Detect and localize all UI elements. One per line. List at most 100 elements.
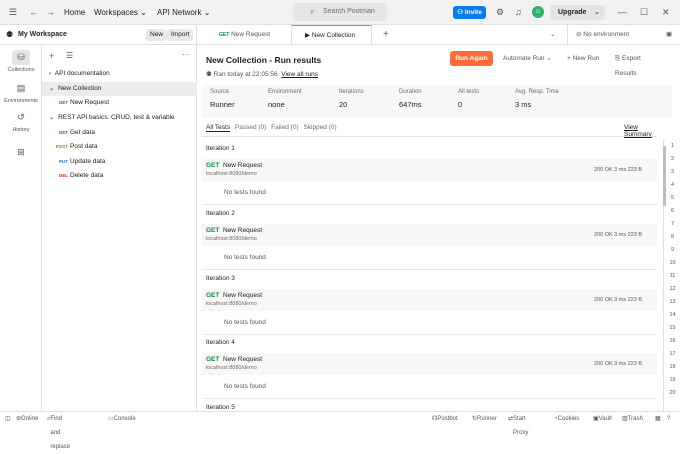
- new-button[interactable]: New: [146, 29, 168, 41]
- history-icon: ↺: [17, 112, 25, 122]
- export-results-button[interactable]: ⎘ Export Results: [615, 51, 663, 81]
- console[interactable]: ▭ Console: [108, 412, 136, 426]
- new-run-button[interactable]: + New Run: [567, 51, 599, 66]
- minimize-icon[interactable]: —: [618, 0, 627, 25]
- menu-icon[interactable]: ☰: [9, 0, 17, 25]
- iteration-header: Iteration 2: [206, 210, 235, 217]
- back-icon[interactable]: ←: [29, 0, 38, 25]
- collections-icon: ⛁: [12, 50, 30, 65]
- tab-new-collection[interactable]: ▶ New Collection: [292, 25, 372, 45]
- environment-selector[interactable]: ⊘ No environment: [567, 25, 661, 45]
- more-icon[interactable]: ···: [182, 50, 190, 59]
- find-and-replace[interactable]: ⌕ Find and replace: [47, 412, 70, 450]
- iteration-number[interactable]: 9: [664, 247, 680, 253]
- start-proxy[interactable]: ⇄ Start Proxy: [508, 412, 528, 436]
- iteration-number[interactable]: 19: [664, 377, 680, 383]
- iteration-number[interactable]: 4: [664, 182, 680, 188]
- invite-button[interactable]: ⚇ Invite: [453, 6, 486, 19]
- close-icon[interactable]: ✕: [662, 0, 670, 25]
- iteration-number[interactable]: 3: [664, 169, 680, 175]
- chevron-down-icon: ⌄: [49, 85, 55, 92]
- divider: [202, 204, 657, 205]
- view-all-runs-link[interactable]: View all runs: [281, 71, 318, 78]
- tree-item-delete-data[interactable]: DEL Delete data: [42, 169, 197, 183]
- tree-item-new-collection[interactable]: ⌄ New Collection: [42, 82, 197, 96]
- trash[interactable]: ▥ Trash: [622, 412, 643, 426]
- filter-skipped[interactable]: Skipped (0): [303, 124, 336, 131]
- sidebar-rail: ⛁ Collections ▤ Environments ↺ History ⊞: [0, 45, 42, 411]
- chevron-down-icon: ⌄: [594, 9, 600, 16]
- bell-icon[interactable]: ♫: [515, 0, 522, 25]
- status-bar: ◫ ⊛ Online ⌕ Find and replace ▭ Console …: [0, 411, 680, 450]
- filter-icon[interactable]: ☰: [66, 51, 73, 60]
- sidebar-item-apps[interactable]: ⊞: [0, 145, 42, 162]
- iteration-number[interactable]: 11: [664, 273, 680, 279]
- iteration-number[interactable]: 17: [664, 351, 680, 357]
- sidebar-item-collections[interactable]: ⛁ Collections: [0, 50, 42, 73]
- iteration-header: Iteration 5: [206, 404, 235, 411]
- layout-icon[interactable]: ▦: [655, 412, 661, 426]
- tree-item-api-documentation[interactable]: › API documentation: [42, 67, 197, 81]
- sidebar-item-history[interactable]: ↺ History: [0, 110, 42, 133]
- cookies[interactable]: ◔ Cookies: [554, 412, 579, 426]
- filter-passed[interactable]: Passed (0): [235, 124, 266, 131]
- tree-item-rest-api-basics[interactable]: ⌄ REST API basics: CRUD, test & variable: [42, 111, 197, 125]
- automate-run-button[interactable]: Automate Run ⌄: [503, 51, 552, 66]
- home-link[interactable]: Home: [64, 0, 85, 25]
- filter-all-tests[interactable]: All Tests: [206, 124, 231, 132]
- chevron-right-icon: ›: [49, 70, 52, 77]
- iteration-number[interactable]: 15: [664, 325, 680, 331]
- sidebar-toggle-icon[interactable]: ◫: [5, 412, 11, 426]
- tab-new-request[interactable]: GET New Request: [197, 25, 292, 45]
- iteration-number[interactable]: 18: [664, 364, 680, 370]
- iteration-number[interactable]: 5: [664, 195, 680, 201]
- iteration-number[interactable]: 6: [664, 208, 680, 214]
- vault[interactable]: ▣ Vault: [593, 412, 612, 426]
- tree-item-get-data[interactable]: GET Get data: [42, 126, 197, 140]
- request-result[interactable]: GET New Request localhost:8080/demo 200 OK…: [202, 159, 657, 181]
- avatar[interactable]: ☺: [532, 6, 544, 18]
- iteration-number[interactable]: 14: [664, 312, 680, 318]
- iteration-number[interactable]: 20: [664, 390, 680, 396]
- filter-failed[interactable]: Failed (0): [271, 124, 298, 131]
- iteration-number[interactable]: 16: [664, 338, 680, 344]
- help-icon[interactable]: ?: [667, 412, 670, 426]
- iteration-number[interactable]: 2: [664, 156, 680, 162]
- tab-overflow-icon[interactable]: ⌄: [550, 25, 555, 45]
- divider: [202, 334, 657, 335]
- request-result[interactable]: GET New Request localhost:8080/demo 200 OK…: [202, 289, 657, 311]
- upgrade-button[interactable]: Upgrade ⌄: [550, 5, 605, 20]
- sidebar-item-environments[interactable]: ▤ Environments: [0, 81, 42, 104]
- scrollbar[interactable]: [663, 146, 666, 206]
- divider: [202, 269, 657, 270]
- run-results-panel: New Collection - Run results ⚉ Ran today…: [197, 45, 672, 411]
- runner[interactable]: ↻ Runner: [472, 412, 497, 426]
- tree-item-new-request[interactable]: GET New Request: [42, 96, 197, 110]
- workspaces-menu[interactable]: Workspaces ⌄: [94, 0, 147, 25]
- iteration-number[interactable]: 13: [664, 299, 680, 305]
- iteration-number[interactable]: 7: [664, 221, 680, 227]
- iteration-number[interactable]: 12: [664, 286, 680, 292]
- iteration-number[interactable]: 8: [664, 234, 680, 240]
- run-timestamp: ⚉ Ran today at 22:05:56 View all runs: [206, 71, 318, 78]
- search-input[interactable]: ⌕ Search Postman: [293, 3, 387, 21]
- api-network-menu[interactable]: API Network ⌄: [157, 0, 210, 25]
- tree-item-post-data[interactable]: POST Post data: [42, 140, 197, 154]
- iteration-number[interactable]: 10: [664, 260, 680, 266]
- postbot[interactable]: ☊ Postbot: [432, 412, 458, 426]
- settings-icon[interactable]: ⚙: [496, 0, 504, 25]
- import-button[interactable]: Import: [167, 29, 194, 41]
- stat-avg-response: Avg. Resp. Time 3 ms: [515, 89, 559, 109]
- new-tab-button[interactable]: +: [383, 25, 389, 45]
- run-again-button[interactable]: Run Again: [450, 51, 493, 66]
- request-result[interactable]: GET New Request localhost:8080/demo 200 OK…: [202, 224, 657, 246]
- add-icon[interactable]: +: [49, 51, 54, 61]
- request-result[interactable]: GET New Request localhost:8080/demo 200 OK…: [202, 353, 657, 375]
- online-status[interactable]: ⊛ Online: [16, 412, 38, 426]
- forward-icon[interactable]: →: [46, 0, 55, 25]
- environment-quick-look-icon[interactable]: ▣: [666, 25, 672, 45]
- tree-item-update-data[interactable]: PUT Update data: [42, 155, 197, 169]
- user-icon: ⚉: [206, 71, 212, 78]
- iteration-number[interactable]: 1: [664, 143, 680, 149]
- maximize-icon[interactable]: ☐: [640, 0, 648, 25]
